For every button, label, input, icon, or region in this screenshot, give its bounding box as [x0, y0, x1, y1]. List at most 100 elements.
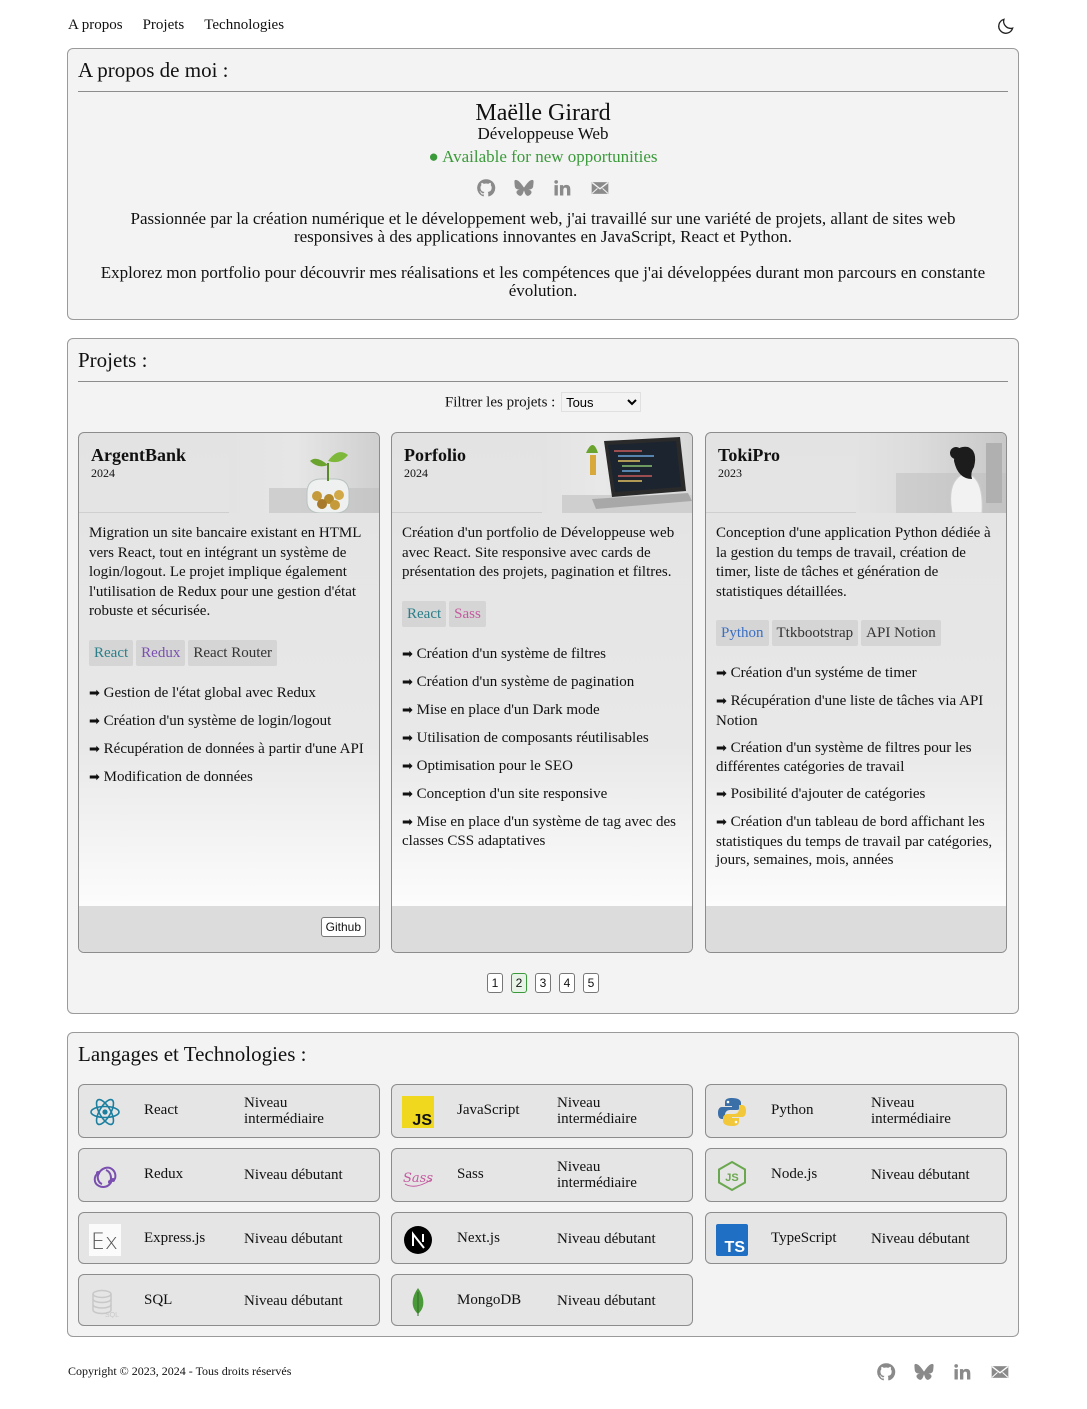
tech-level: Niveau intermédiaire — [557, 1095, 637, 1127]
tag-sass: Sass — [449, 600, 486, 627]
linkedin-icon[interactable] — [952, 1362, 972, 1382]
list-item: ➡ Création d'un systéme de timer — [716, 665, 917, 681]
card-tags: React Redux React Router — [89, 639, 369, 668]
availability-status: ● Available for new opportunities — [428, 147, 658, 166]
bluesky-icon[interactable] — [914, 1362, 934, 1382]
woman-working-image — [856, 433, 1006, 513]
page-button[interactable]: 1 — [487, 973, 503, 993]
top-nav: A propos Projets Technologies — [68, 16, 1020, 38]
sass-icon: Sass — [403, 1171, 433, 1187]
moon-icon[interactable] — [996, 16, 1016, 36]
list-item: ➡ Optimisation pour le SEO — [402, 757, 573, 774]
bluesky-icon[interactable] — [514, 178, 534, 198]
filter-select[interactable]: Tous — [561, 392, 642, 412]
tech-level: Niveau intermédiaire — [557, 1159, 637, 1191]
tech-card-sass: Sass Sass Niveau intermédiaire — [391, 1148, 693, 1202]
react-icon — [90, 1098, 120, 1126]
about-social-links — [68, 178, 1018, 200]
page-button[interactable]: 4 — [559, 973, 575, 993]
card-title: Porfolio — [404, 445, 466, 465]
tech-card-react: React Niveau intermédiaire — [78, 1084, 380, 1138]
svg-text:TS: TS — [725, 1239, 746, 1256]
card-year: 2024 — [91, 466, 115, 480]
project-card-argentbank: ArgentBank 2024 Migration un site bancai… — [78, 432, 380, 953]
card-tags: Python Ttkbootstrap API Notion — [716, 620, 996, 648]
tag-api-notion: API Notion — [861, 620, 941, 646]
tech-level: Niveau débutant — [244, 1167, 343, 1183]
list-item: ➡ Modification de données — [89, 768, 253, 785]
svg-text:JS: JS — [412, 1112, 432, 1128]
card-footer — [706, 906, 1006, 952]
laptop-code-image — [542, 433, 692, 513]
tech-heading: Langages et Technologies : — [78, 1042, 307, 1066]
tech-card-nodejs: JS Node.js Niveau débutant — [705, 1148, 1007, 1202]
nextjs-icon — [404, 1226, 432, 1254]
list-item: ➡ Conception d'un site responsive — [402, 785, 608, 802]
list-item: ➡ Création d'un système de login/logout — [89, 712, 332, 729]
card-feature-list: ➡ Gestion de l'état global avec Redux ➡ … — [89, 684, 369, 788]
tech-level: Niveau débutant — [557, 1231, 656, 1247]
tag-react-router: React Router — [188, 639, 278, 666]
card-year: 2023 — [718, 466, 742, 480]
card-description: Création d'un portfolio de Développeuse … — [402, 525, 675, 580]
sql-icon: SQL — [92, 1289, 119, 1318]
card-footer — [392, 906, 692, 952]
project-card-tokipro: TokiPro 2023 Conception d'une applicatio… — [705, 432, 1007, 953]
tech-name: JavaScript — [457, 1102, 520, 1118]
tag-react: React — [89, 639, 134, 666]
page-button[interactable]: 3 — [535, 973, 551, 993]
github-button[interactable]: Github — [320, 917, 366, 937]
python-icon — [718, 1098, 746, 1126]
svg-text:Sass: Sass — [403, 1171, 433, 1186]
page-button-current[interactable]: 2 — [511, 973, 527, 993]
express-icon: Ex — [89, 1224, 121, 1256]
about-section: A propos de moi : Maëlle Girard Développ… — [67, 48, 1019, 320]
list-item: ➡ Utilisation de composants réutilisable… — [402, 729, 649, 746]
linkedin-icon[interactable] — [552, 178, 572, 198]
bio-paragraph: Explorez mon portfolio pour découvrir me… — [100, 263, 986, 300]
tech-name: Express.js — [144, 1230, 206, 1246]
nav-link-about[interactable]: A propos — [68, 17, 123, 33]
github-icon[interactable] — [476, 178, 496, 198]
redux-icon — [93, 1166, 117, 1188]
about-heading: A propos de moi : — [78, 58, 1008, 92]
tech-level: Niveau débutant — [871, 1167, 970, 1183]
tech-name: Next.js — [457, 1230, 500, 1246]
tech-card-javascript: JS JavaScript Niveau intermédiaire — [391, 1084, 693, 1138]
tech-name: Python — [771, 1102, 814, 1118]
list-item: ➡ Mise en place d'un Dark mode — [402, 701, 600, 718]
card-header: TokiPro 2023 — [706, 433, 1006, 513]
tech-name: React — [144, 1102, 179, 1118]
profile-name: Maëlle Girard — [475, 100, 611, 126]
projects-heading: Projets : — [78, 348, 1008, 382]
svg-text:Ex: Ex — [91, 1230, 118, 1255]
tech-card-nextjs: Next.js Niveau débutant — [391, 1212, 693, 1264]
mail-icon[interactable] — [990, 1362, 1010, 1382]
bio-paragraph: Passionnée par la création numérique et … — [130, 209, 956, 246]
tech-name: SQL — [144, 1292, 173, 1308]
typescript-icon: TS — [716, 1224, 748, 1256]
nodejs-icon: JS — [718, 1160, 746, 1192]
list-item: ➡ Posibilité d'ajouter de catégories — [716, 786, 926, 802]
nav-link-technologies[interactable]: Technologies — [204, 17, 284, 33]
card-title: TokiPro — [718, 445, 781, 465]
page-button[interactable]: 5 — [583, 973, 599, 993]
list-item: ➡ Gestion de l'état global avec Redux — [89, 684, 316, 701]
about-bio: Passionnée par la création numérique et … — [98, 210, 988, 300]
card-tags: React Sass — [402, 600, 682, 629]
tech-name: Sass — [457, 1166, 484, 1182]
card-description: Conception d'une application Python dédi… — [716, 525, 991, 600]
mail-icon[interactable] — [590, 178, 610, 198]
github-icon[interactable] — [876, 1362, 896, 1382]
nav-link-projects[interactable]: Projets — [143, 17, 185, 33]
projects-section: Projets : Filtrer les projets : Tous Arg… — [67, 338, 1019, 1014]
tech-section: Langages et Technologies : React Niveau … — [67, 1032, 1019, 1337]
pagination: 12345 — [68, 973, 1018, 993]
tech-card-mongodb: MongoDB Niveau débutant — [391, 1274, 693, 1326]
tech-level: Niveau débutant — [244, 1231, 343, 1247]
list-item: ➡ Récupération de données à partir d'une… — [89, 740, 364, 757]
filter-label: Filtrer les projets : — [444, 394, 556, 411]
page-footer: Copyright © 2023, 2024 - Tous droits rés… — [68, 1362, 1010, 1382]
card-header: Porfolio 2024 — [392, 433, 692, 513]
tech-name: MongoDB — [457, 1292, 522, 1308]
